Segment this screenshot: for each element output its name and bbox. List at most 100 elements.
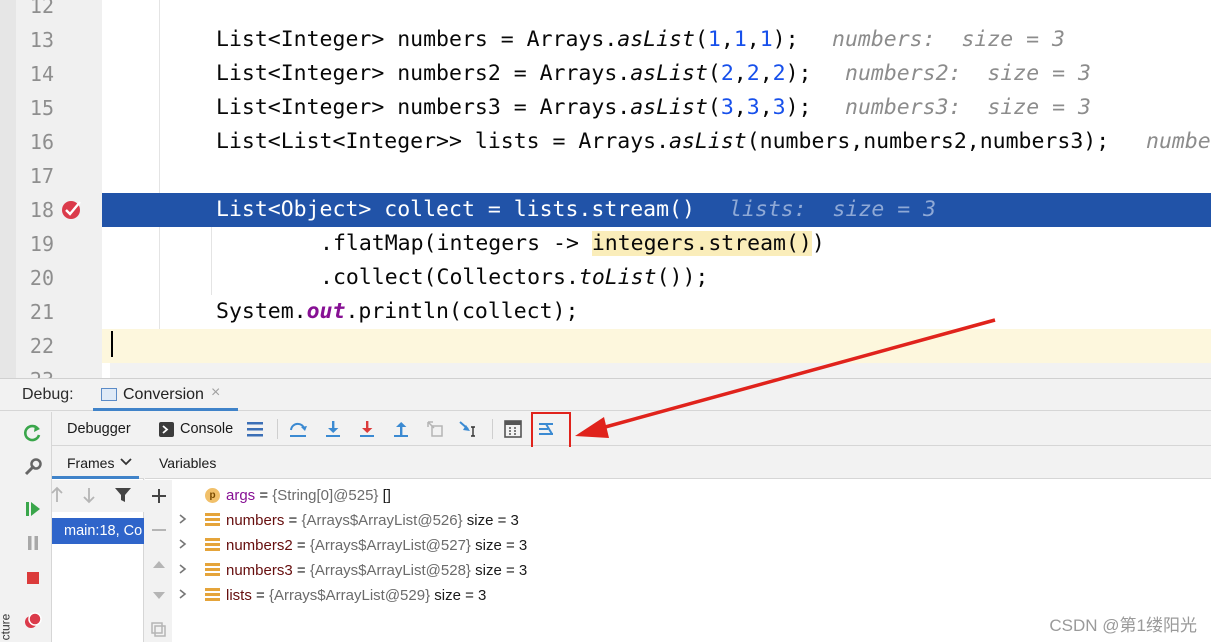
frames-toolbar: [50, 480, 144, 512]
structure-side-label[interactable]: cture: [0, 614, 12, 641]
text-caret: [111, 331, 113, 357]
line-number: 16: [29, 130, 54, 154]
arrow-down-icon[interactable]: [82, 486, 96, 509]
tab-frames[interactable]: Frames: [52, 447, 139, 479]
variables-header: Variables: [145, 447, 1211, 479]
line-number: 17: [29, 164, 54, 188]
arrow-up-icon[interactable]: [50, 486, 64, 509]
editor-scrollbar[interactable]: [110, 363, 1211, 378]
inline-value-hint: numbers2: size = 3: [845, 61, 1091, 86]
run-to-cursor-icon[interactable]: [457, 417, 481, 441]
field-list-icon: [205, 538, 220, 553]
line-number: 22: [29, 334, 54, 358]
move-up-icon[interactable]: [149, 554, 169, 574]
move-down-icon[interactable]: [149, 586, 169, 606]
view-breakpoints-icon[interactable]: [22, 610, 44, 632]
code-text: .collect(Collectors.toList());: [320, 265, 709, 290]
tab-label: Conversion: [123, 386, 204, 403]
code-line-18-execution-point[interactable]: List<Object> collect = lists.stream() li…: [102, 193, 1211, 227]
debug-tool-window: Debug: Conversion × cture Debugger Conso…: [0, 378, 1211, 642]
remove-watch-icon[interactable]: [149, 520, 169, 540]
code-line-13[interactable]: List<Integer> numbers = Arrays.asList(1,…: [102, 23, 1211, 57]
code-text: List<List<Integer>> lists = Arrays.asLis…: [216, 129, 1110, 154]
add-watch-icon[interactable]: [149, 486, 169, 506]
variable-text: args = {String[0]@525} []: [226, 487, 391, 504]
frames-tab-label: Frames: [67, 455, 115, 471]
field-list-icon: [205, 513, 220, 528]
force-step-into-icon[interactable]: [355, 417, 379, 441]
step-over-icon[interactable]: [286, 417, 310, 441]
frames-panel: Frames main:18, Co: [50, 447, 144, 642]
tab-conversion[interactable]: Conversion ×: [93, 379, 238, 411]
pause-icon[interactable]: [22, 532, 44, 554]
variable-text: lists = {Arrays$ArrayList@529} size = 3: [226, 587, 487, 604]
step-out-icon[interactable]: [389, 417, 413, 441]
expand-chevron-icon[interactable]: [177, 558, 189, 583]
code-text: List<Object> collect = lists.stream(): [216, 197, 695, 222]
inline-value-hint: lists: size = 3: [729, 197, 937, 222]
run-config-icon: [101, 388, 117, 401]
step-into-icon[interactable]: [321, 417, 345, 441]
menu-icon[interactable]: [243, 417, 267, 441]
variable-text: numbers3 = {Arrays$ArrayList@528} size =…: [226, 562, 528, 579]
evaluate-expression-icon[interactable]: [501, 417, 525, 441]
expand-chevron-icon[interactable]: [177, 583, 189, 608]
line-number: 19: [29, 232, 54, 256]
gutter-strip: [0, 0, 16, 378]
code-line-20[interactable]: .collect(Collectors.toList());: [102, 261, 1211, 295]
console-icon: [154, 417, 178, 441]
variable-text: numbers = {Arrays$ArrayList@526} size = …: [226, 512, 519, 529]
filter-icon[interactable]: [114, 486, 132, 509]
line-number: 23: [18, 363, 54, 378]
variable-text: numbers2 = {Arrays$ArrayList@527} size =…: [226, 537, 528, 554]
code-line-22-current[interactable]: [102, 329, 1211, 363]
close-icon[interactable]: ×: [211, 384, 220, 402]
line-number: 12: [29, 0, 54, 18]
rerun-icon[interactable]: [22, 422, 44, 444]
frames-header: Frames: [52, 447, 144, 479]
chevron-down-icon[interactable]: [120, 455, 132, 470]
parameter-icon: p: [205, 488, 220, 503]
line-number: 20: [29, 266, 54, 290]
code-line-19[interactable]: .flatMap(integers -> integers.stream()): [102, 227, 1211, 261]
resume-icon[interactable]: [22, 498, 44, 520]
code-text: List<Integer> numbers3 = Arrays.asList(3…: [216, 95, 812, 120]
highlighted-expression: integers.stream(): [591, 231, 812, 256]
code-text: .flatMap(integers -> integers.stream()): [320, 231, 825, 256]
frame-row-selected[interactable]: main:18, Co: [52, 518, 144, 544]
debug-side-toolbar: cture: [0, 412, 52, 642]
debug-header: Debug: Conversion ×: [0, 379, 1211, 411]
code-line-14[interactable]: List<Integer> numbers2 = Arrays.asList(2…: [102, 57, 1211, 91]
wrench-icon[interactable]: [22, 456, 44, 478]
tab-console[interactable]: Console: [180, 421, 233, 437]
line-number: 15: [29, 96, 54, 120]
toolbar-separator: [277, 419, 278, 439]
code-text: List<Integer> numbers2 = Arrays.asList(2…: [216, 61, 812, 86]
variables-tab-label: Variables: [159, 455, 217, 471]
code-editor[interactable]: 12 13 14 15 16 17 18 19 20 21 22 23 List…: [0, 0, 1211, 378]
debugger-toolbar: Debugger Console: [52, 412, 1211, 456]
code-text: List<Integer> numbers = Arrays.asList(1,…: [216, 27, 799, 52]
code-line-15[interactable]: List<Integer> numbers3 = Arrays.asList(3…: [102, 91, 1211, 125]
field-list-icon: [205, 588, 220, 603]
expand-chevron-icon[interactable]: [177, 508, 189, 533]
line-number: 21: [29, 300, 54, 324]
tab-debugger[interactable]: Debugger: [67, 421, 131, 437]
duplicate-watch-icon[interactable]: [149, 620, 169, 640]
expand-chevron-icon[interactable]: [177, 533, 189, 558]
code-line-21[interactable]: System.out.println(collect);: [102, 295, 1211, 329]
code-text: System.out.println(collect);: [216, 299, 579, 324]
debug-title: Debug:: [22, 386, 74, 403]
line-number: 13: [29, 28, 54, 52]
breakpoint-check-icon[interactable]: [61, 198, 83, 220]
editor-gutter: 12 13 14 15 16 17 18 19 20 21 22 23: [0, 0, 102, 378]
stop-icon[interactable]: [22, 567, 44, 589]
inline-value-hint: numbe: [1146, 129, 1211, 154]
variables-side-toolbar: [145, 480, 172, 642]
drop-frame-icon[interactable]: [423, 417, 447, 441]
toolbar-separator: [492, 419, 493, 439]
code-line-16[interactable]: List<List<Integer>> lists = Arrays.asLis…: [102, 125, 1211, 159]
line-number: 14: [29, 62, 54, 86]
line-number: 18: [29, 198, 54, 222]
watermark: CSDN @第1缕阳光: [1049, 616, 1197, 635]
